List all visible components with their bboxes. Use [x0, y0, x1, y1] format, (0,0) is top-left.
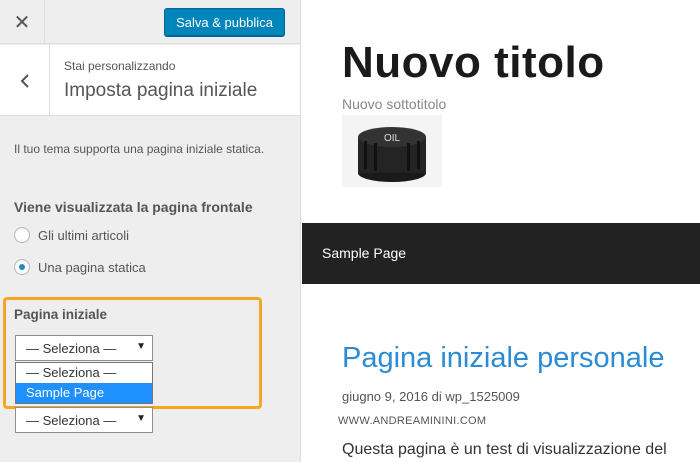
save-publish-button[interactable]: Salva & pubblica: [164, 8, 285, 36]
watermark-text: WWW.ANDREAMININI.COM: [338, 415, 487, 427]
nav-bar: Sample Page: [302, 223, 700, 284]
radio-latest-posts[interactable]: Gli ultimi articoli: [14, 227, 129, 243]
section-header: Stai personalizzando Imposta pagina iniz…: [0, 45, 300, 116]
customizer-sidebar: ✕ Salva & pubblica Stai personalizzando …: [0, 0, 301, 462]
post-date[interactable]: giugno 9, 2016: [342, 389, 428, 404]
post-body-text: Questa pagina è un test di visualizzazio…: [342, 441, 667, 458]
post-meta: giugno 9, 2016 di wp_1525009: [342, 389, 520, 404]
customizing-label: Stai personalizzando: [64, 59, 176, 73]
dropdown-arrow-icon: ▼: [136, 341, 146, 352]
dropdown-option[interactable]: — Seleziona —: [16, 363, 152, 383]
front-display-title: Viene visualizzata la pagina frontale: [14, 199, 253, 215]
posts-page-select-value: — Seleziona —: [26, 412, 117, 428]
posts-page-select[interactable]: — Seleziona — ▼: [15, 407, 153, 433]
page-heading[interactable]: Pagina iniziale personale: [342, 342, 664, 375]
nav-item-sample-page[interactable]: Sample Page: [322, 245, 406, 261]
close-icon: ✕: [13, 11, 31, 34]
customizer-header-actions: ✕ Salva & pubblica: [0, 0, 300, 44]
dropdown-option-selected[interactable]: Sample Page: [16, 383, 152, 403]
homepage-select-value: — Seleziona —: [26, 340, 117, 356]
radio-label: Gli ultimi articoli: [38, 227, 130, 243]
radio-static-page[interactable]: Una pagina statica: [14, 259, 146, 275]
site-preview: Nuovo titolo Nuovo sottotitolo OIL Sampl…: [302, 0, 700, 462]
section-title: Imposta pagina iniziale: [64, 80, 258, 101]
dropdown-arrow-icon: ▼: [136, 413, 146, 424]
homepage-select[interactable]: — Seleziona — ▼: [15, 335, 153, 361]
radio-button[interactable]: [14, 227, 30, 243]
chevron-left-icon: [20, 73, 29, 88]
homepage-field-title: Pagina iniziale: [14, 307, 108, 322]
site-tagline: Nuovo sottotitolo: [342, 96, 447, 112]
radio-label: Una pagina statica: [38, 259, 146, 275]
section-description: Il tuo tema supporta una pagina iniziale…: [14, 142, 265, 156]
post-by-label: di: [431, 389, 442, 404]
logo-text: OIL: [384, 133, 401, 144]
back-button[interactable]: [0, 45, 50, 116]
homepage-dropdown-list: — Seleziona — Sample Page: [15, 362, 153, 404]
site-title[interactable]: Nuovo titolo: [342, 38, 605, 88]
radio-button-checked[interactable]: [14, 259, 30, 275]
site-logo[interactable]: OIL: [342, 115, 442, 187]
close-button[interactable]: ✕: [0, 0, 45, 44]
post-author[interactable]: wp_1525009: [445, 389, 519, 404]
